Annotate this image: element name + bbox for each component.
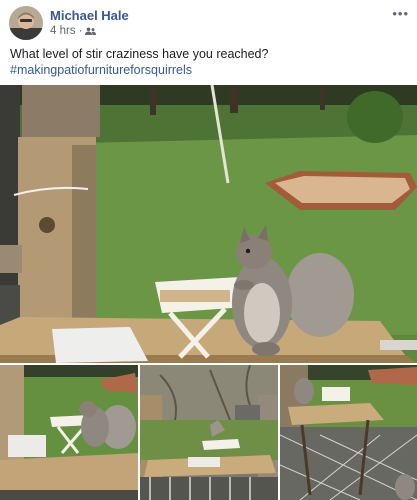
photo-main[interactable] (0, 85, 417, 363)
hashtag-link[interactable]: #makingpatiofurnitureforsquirrels (10, 62, 410, 78)
post-meta: 4 hrs · (50, 25, 97, 37)
photo-thumb-1[interactable] (0, 365, 138, 500)
friends-icon[interactable] (85, 27, 97, 36)
post-caption: What level of stir craziness have you re… (10, 47, 269, 61)
timestamp[interactable]: 4 hrs (50, 25, 76, 37)
more-options-icon[interactable]: ••• (392, 6, 409, 21)
avatar[interactable] (9, 6, 43, 40)
post-text: What level of stir craziness have you re… (10, 46, 410, 78)
author-name[interactable]: Michael Hale (50, 8, 129, 23)
photo-thumb-2[interactable] (140, 365, 278, 500)
photo-thumb-3[interactable] (280, 365, 417, 500)
post-header: Michael Hale 4 hrs · ••• (0, 0, 417, 42)
